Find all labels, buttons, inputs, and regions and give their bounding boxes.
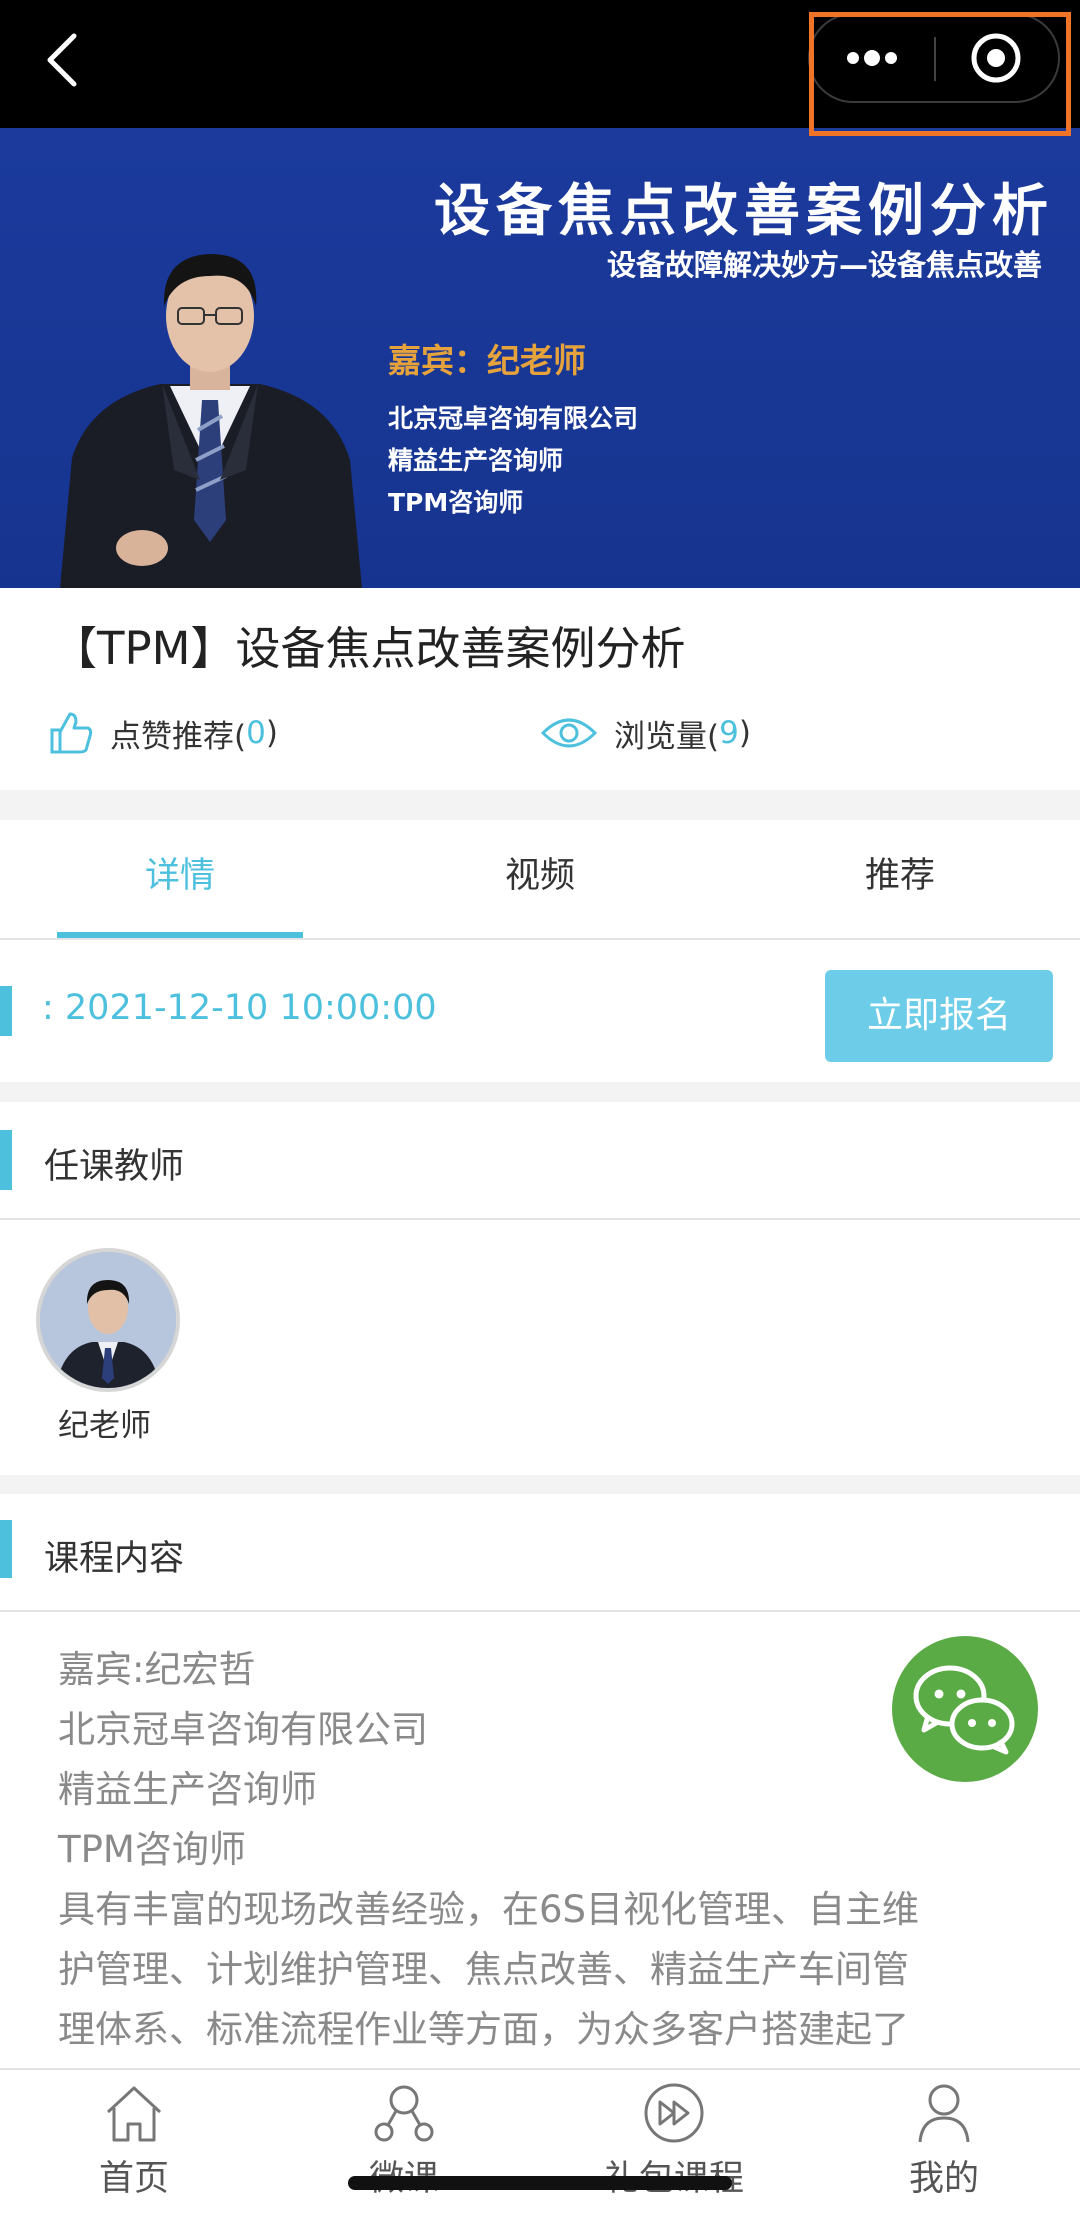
speaker-photo <box>60 254 362 588</box>
course-datetime: : 2021-12-10 10:00:00 <box>42 988 437 1028</box>
fast-forward-circle-icon <box>644 2083 704 2143</box>
banner-subtitle: 设备故障解决妙方—设备焦点改善 <box>606 248 1042 282</box>
content-line: 精益生产咨询师 <box>58 1768 317 1811</box>
wechat-contact-button[interactable] <box>892 1636 1038 1782</box>
teacher-name: 纪老师 <box>58 1408 151 1444</box>
content-line: 北京冠卓咨询有限公司 <box>58 1708 428 1751</box>
bottom-tab-bar: 首页 微课 礼包课程 我的 <box>0 2068 1080 2213</box>
views-label: 浏览量( <box>614 718 720 755</box>
views-count: 9 <box>719 715 739 751</box>
teacher-avatar[interactable] <box>36 1248 180 1392</box>
like-count: 0 <box>246 715 266 751</box>
banner-title: 设备焦点改善案例分析 <box>434 179 1054 244</box>
schedule-accent-bar <box>0 986 12 1036</box>
teacher-section-title: 任课教师 <box>44 1147 185 1187</box>
active-tab-indicator <box>57 932 303 938</box>
eye-icon <box>540 718 598 748</box>
bottom-tab-home[interactable]: 首页 <box>34 2082 234 2207</box>
like-recommend-button[interactable]: 点赞推荐( 0 ) <box>48 706 278 760</box>
content-section-accent-bar <box>0 1520 12 1578</box>
bottom-tab-mine[interactable]: 我的 <box>844 2082 1044 2207</box>
home-indicator[interactable] <box>348 2176 732 2190</box>
like-close-paren: ) <box>265 715 278 751</box>
thumbs-up-icon <box>50 712 93 754</box>
tab-details[interactable]: 详情 <box>30 820 330 938</box>
person-icon <box>918 2084 970 2143</box>
back-button[interactable] <box>34 28 90 92</box>
content-line: 理体系、标准流程作业等方面，为众多客户搭建起了 <box>58 2008 909 2051</box>
banner-role: 精益生产咨询师 <box>388 446 564 475</box>
home-icon <box>106 2086 162 2142</box>
tab-recommend[interactable]: 推荐 <box>750 820 1050 938</box>
share-nodes-icon <box>374 2085 434 2142</box>
banner-guest: 嘉宾：纪老师 <box>388 341 586 380</box>
content-line: 具有丰富的现场改善经验，在6S目视化管理、自主维 <box>58 1888 920 1931</box>
signup-button[interactable]: 立即报名 <box>825 970 1053 1062</box>
wechat-icon <box>892 1636 1038 1782</box>
tab-video[interactable]: 视频 <box>390 820 690 938</box>
content-line: 嘉宾:纪宏哲 <box>58 1648 256 1691</box>
bottom-tab-home-label: 首页 <box>98 2159 169 2199</box>
detail-tabs: 详情 视频 推荐 <box>0 820 1080 940</box>
views-close-paren: ) <box>738 715 751 751</box>
content-section-title: 课程内容 <box>44 1539 185 1579</box>
course-content-text: 嘉宾:纪宏哲 北京冠卓咨询有限公司 精益生产咨询师 TPM咨询师 具有丰富的现场… <box>58 1640 1018 2060</box>
chevron-left-icon <box>47 33 77 87</box>
course-title: 【TPM】设备焦点改善案例分析 <box>52 622 686 675</box>
like-label: 点赞推荐( <box>110 718 247 755</box>
teacher-section-header: 任课教师 <box>0 1102 1080 1220</box>
signup-highlight-frame <box>809 12 1071 136</box>
bottom-tab-mine-label: 我的 <box>908 2159 979 2199</box>
content-section-header: 课程内容 <box>0 1494 1080 1612</box>
content-line: TPM咨询师 <box>58 1828 246 1871</box>
section-gap <box>0 1082 1080 1102</box>
section-gap <box>0 790 1080 820</box>
teacher-avatar-image <box>40 1252 176 1388</box>
banner-role-tpm: TPM咨询师 <box>388 488 524 517</box>
banner-company: 北京冠卓咨询有限公司 <box>388 404 639 433</box>
section-gap <box>0 1475 1080 1495</box>
views-stat: 浏览量( 9 ) <box>540 706 751 760</box>
course-banner: 设备焦点改善案例分析 设备故障解决妙方—设备焦点改善 嘉宾：纪老师 北京冠卓咨询… <box>0 128 1080 588</box>
teacher-section-accent-bar <box>0 1130 12 1190</box>
teacher-list: 纪老师 <box>0 1220 1080 1475</box>
content-line: 护管理、计划维护管理、焦点改善、精益生产车间管 <box>58 1948 909 1991</box>
